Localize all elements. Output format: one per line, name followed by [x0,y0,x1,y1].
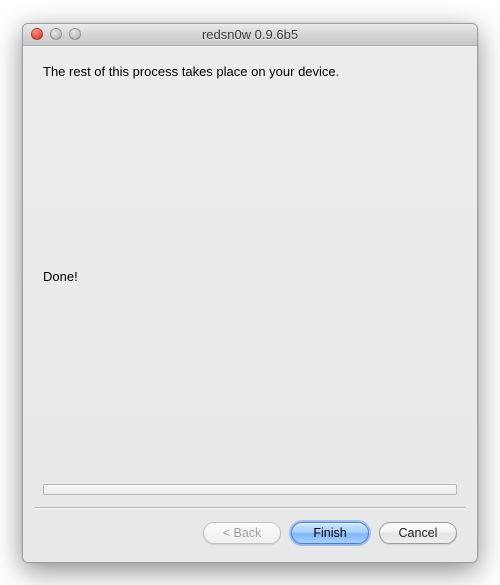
status-text: Done! [43,269,457,284]
minimize-icon[interactable] [50,28,62,40]
cancel-button[interactable]: Cancel [379,522,457,544]
back-button: < Back [203,522,281,544]
titlebar: redsn0w 0.9.6b5 [23,24,477,46]
finish-button[interactable]: Finish [291,522,369,544]
zoom-icon[interactable] [69,28,81,40]
instruction-text: The rest of this process takes place on … [43,64,457,79]
progress-bar [43,484,457,495]
progress-container [23,484,477,495]
app-window: redsn0w 0.9.6b5 The rest of this process… [22,23,478,563]
window-title: redsn0w 0.9.6b5 [23,27,477,42]
window-controls [23,28,81,40]
content-area: The rest of this process takes place on … [23,46,477,484]
button-row: < Back Finish Cancel [23,508,477,562]
close-icon[interactable] [31,28,43,40]
